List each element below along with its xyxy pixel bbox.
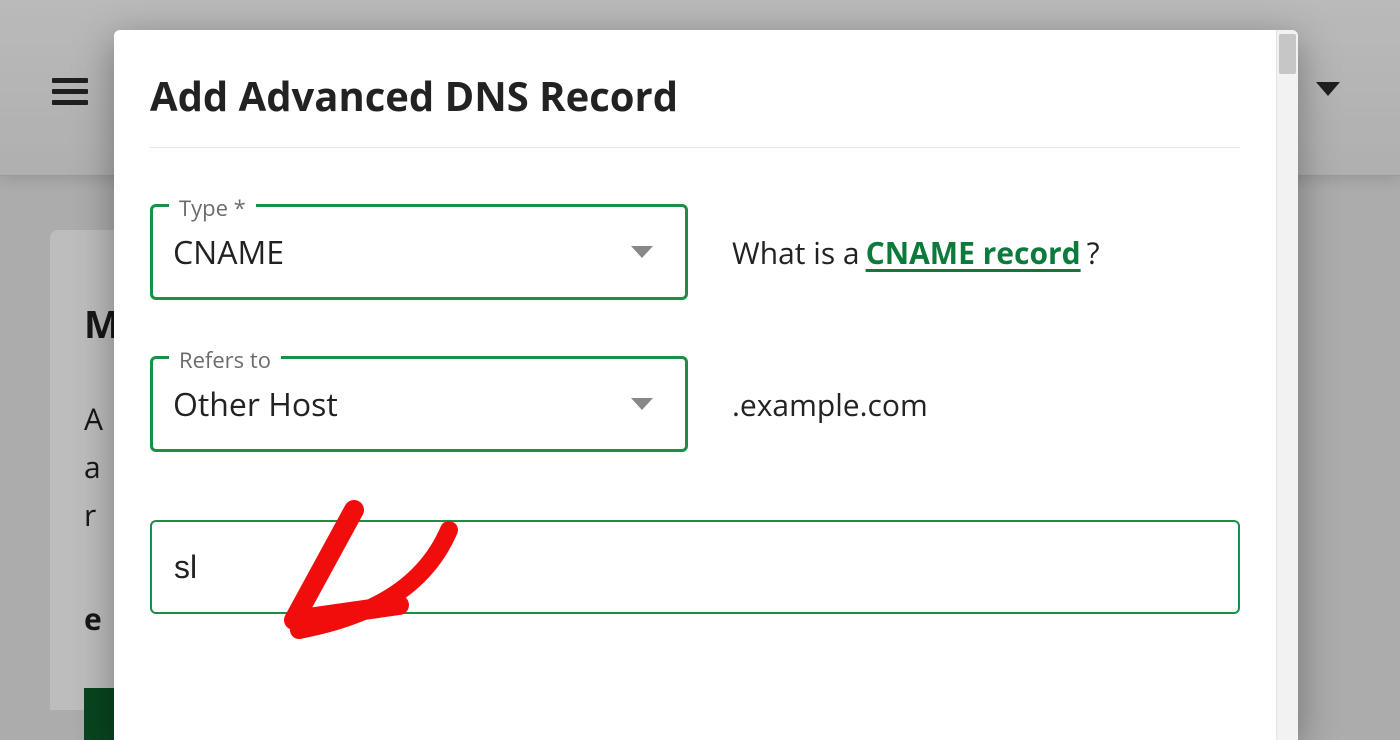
help-prefix: What is a — [732, 232, 860, 273]
chevron-down-icon — [631, 246, 653, 258]
refers-to-select[interactable]: Refers to Other Host — [150, 356, 688, 452]
type-select-value: CNAME — [173, 231, 284, 274]
cname-record-help-link[interactable]: CNAME record — [866, 232, 1081, 273]
add-dns-record-modal: Add Advanced DNS Record Type * CNAME Wha… — [114, 30, 1298, 740]
chevron-down-icon — [631, 398, 653, 410]
domain-suffix-text: .example.com — [732, 384, 928, 425]
scrollbar-thumb[interactable] — [1279, 34, 1296, 74]
refers-to-select-value: Other Host — [173, 383, 338, 426]
type-help-text: What is a CNAME record ? — [732, 232, 1100, 273]
modal-title: Add Advanced DNS Record — [150, 68, 1240, 148]
type-select[interactable]: Type * CNAME — [150, 204, 688, 300]
host-name-input[interactable] — [150, 520, 1240, 614]
scrollbar-track[interactable] — [1276, 30, 1298, 740]
refers-to-select-label: Refers to — [169, 345, 281, 375]
help-suffix: ? — [1087, 232, 1100, 273]
type-select-label: Type * — [169, 193, 256, 223]
